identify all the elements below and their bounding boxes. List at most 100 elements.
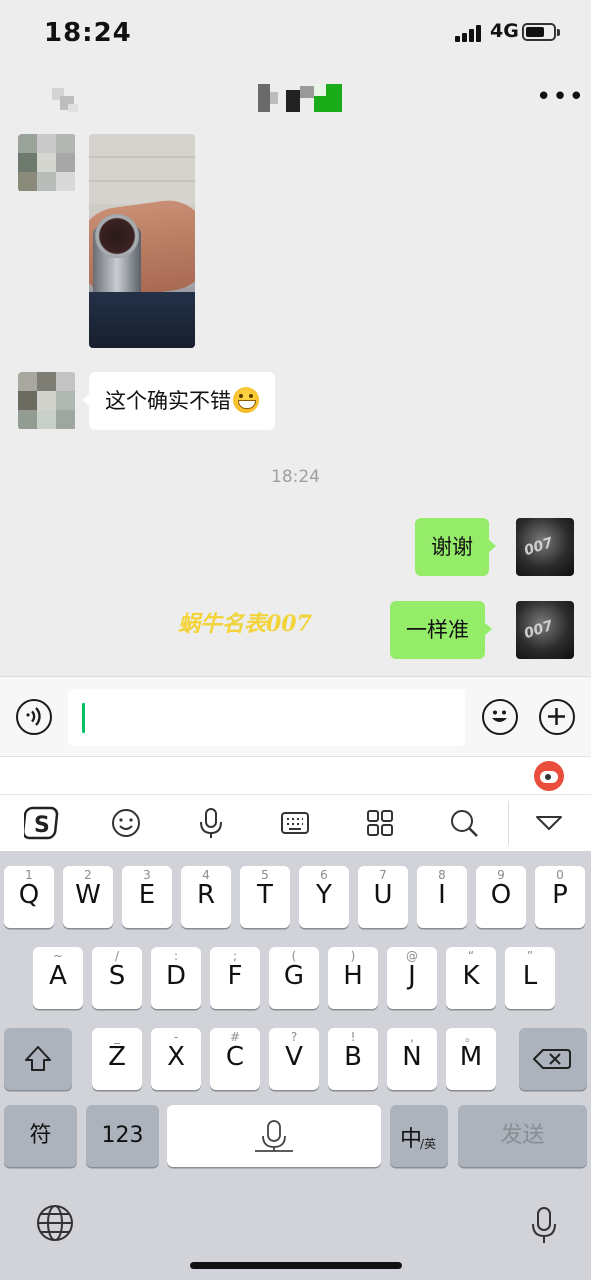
shift-icon (25, 1046, 51, 1071)
send-key[interactable]: 发送 (458, 1105, 587, 1167)
key-c[interactable]: # C (210, 1028, 260, 1090)
my-avatar[interactable]: 007 (516, 601, 574, 659)
key-label: C (225, 1042, 245, 1072)
key-e[interactable]: 3E (122, 866, 172, 928)
key-u[interactable]: 7U (358, 866, 408, 928)
message-text: 谢谢 (431, 535, 473, 559)
globe-icon[interactable] (35, 1203, 75, 1243)
message-timestamp: 18:24 (271, 467, 320, 487)
space-key[interactable] (167, 1105, 381, 1167)
keyboard-icon[interactable] (277, 805, 313, 841)
emoji-button[interactable] (482, 699, 518, 735)
key-label: L (522, 961, 538, 991)
key-k[interactable]: “K (446, 947, 496, 1009)
signal-icon (455, 24, 485, 42)
key-z[interactable]: _ Z (92, 1028, 142, 1090)
backspace-key[interactable] (519, 1028, 587, 1090)
key-sub: /英 (420, 1137, 437, 1151)
message-text: 一样准 (406, 618, 469, 642)
key-label: H (343, 961, 363, 991)
key-h[interactable]: ) H (328, 947, 378, 1009)
message-input[interactable] (68, 689, 465, 746)
collapse-icon[interactable] (531, 805, 567, 841)
symbol-key[interactable]: 符 (4, 1105, 77, 1167)
status-bar: 18:24 4G (0, 0, 591, 66)
key-y[interactable]: 6Y (299, 866, 349, 928)
watch-dial (95, 214, 139, 258)
key-label: A (49, 961, 67, 991)
search-icon[interactable] (446, 805, 482, 841)
key-label: K (462, 961, 480, 991)
key-g[interactable]: (G (269, 947, 319, 1009)
chat-header: ••• (0, 66, 591, 128)
key-label: N (402, 1042, 422, 1072)
key-label: U (373, 880, 393, 910)
smiley-icon[interactable] (108, 805, 144, 841)
mic-icon (255, 1120, 293, 1152)
chat-title (258, 84, 348, 114)
key-label: B (344, 1042, 362, 1072)
mic-icon[interactable] (193, 805, 229, 841)
sogou-logo-icon[interactable]: S (21, 805, 60, 841)
dictation-mic-icon[interactable] (528, 1205, 560, 1245)
watch-photo-message[interactable] (89, 134, 195, 348)
key-label: O (490, 880, 512, 910)
keyboard: 1Q 2W 3E 4R 5T 6Y 7U 8I 9O 0P ~ A / S :D ;… (0, 851, 591, 1280)
number-key[interactable]: 123 (86, 1105, 159, 1167)
key-label: 中 (400, 1127, 423, 1152)
more-functions-button[interactable] (539, 699, 575, 735)
ime-toolbar: S (0, 794, 591, 852)
voice-input-button[interactable] (16, 699, 52, 735)
key-label: M (459, 1042, 483, 1072)
back-button[interactable] (46, 78, 84, 116)
text-caret (82, 703, 85, 733)
my-avatar[interactable]: 007 (516, 518, 574, 576)
key-b[interactable]: ! B (328, 1028, 378, 1090)
battery-level (526, 27, 544, 37)
key-label: Z (108, 1042, 126, 1072)
key-f[interactable]: ; F (210, 947, 260, 1009)
status-time: 18:24 (44, 18, 132, 48)
my-avatar-text: 007 (522, 617, 555, 643)
key-o[interactable]: 9O (476, 866, 526, 928)
key-i[interactable]: 8I (417, 866, 467, 928)
network-type: 4G (490, 20, 519, 42)
svg-text:S: S (34, 813, 50, 838)
contact-avatar[interactable] (18, 134, 76, 192)
language-switch-key[interactable]: 中 /英 (390, 1105, 448, 1167)
key-w[interactable]: 2W (63, 866, 113, 928)
key-r[interactable]: 4R (181, 866, 231, 928)
grid-icon[interactable] (362, 805, 398, 841)
shift-key[interactable] (4, 1028, 72, 1090)
key-m[interactable]: 。 M (446, 1028, 496, 1090)
grinning-face-icon (233, 387, 259, 413)
more-options-button[interactable]: ••• (536, 82, 585, 112)
key-a[interactable]: ~ A (33, 947, 83, 1009)
key-n[interactable]: ,N (387, 1028, 437, 1090)
key-x[interactable]: -X (151, 1028, 201, 1090)
contact-avatar[interactable] (18, 372, 76, 430)
key-s[interactable]: / S (92, 947, 142, 1009)
chat-input-bar (0, 676, 591, 757)
key-label: F (227, 961, 243, 991)
message-bubble-sent[interactable]: 谢谢 (415, 518, 496, 576)
plus-icon (548, 708, 565, 725)
key-t[interactable]: 5T (240, 866, 290, 928)
emoji-icon (492, 710, 507, 722)
home-indicator[interactable] (190, 1262, 402, 1269)
message-text: 这个确实不错 (105, 389, 231, 413)
key-v[interactable]: ? V (269, 1028, 319, 1090)
battery-icon (522, 23, 560, 41)
ime-mascot-icon[interactable] (534, 761, 564, 791)
key-j[interactable]: @ J (387, 947, 437, 1009)
message-bubble-sent[interactable]: 一样准 (390, 601, 492, 659)
key-label: P (552, 880, 568, 910)
message-bubble-received[interactable]: 这个确实不错 (82, 372, 275, 430)
watermark-text: 蜗牛名表007 (178, 611, 312, 637)
ime-suggestion-bar (0, 756, 591, 795)
key-q[interactable]: 1Q (4, 866, 54, 928)
key-p[interactable]: 0P (535, 866, 585, 928)
key-label: 123 (101, 1123, 144, 1148)
key-d[interactable]: :D (151, 947, 201, 1009)
key-l[interactable]: ” L (505, 947, 555, 1009)
